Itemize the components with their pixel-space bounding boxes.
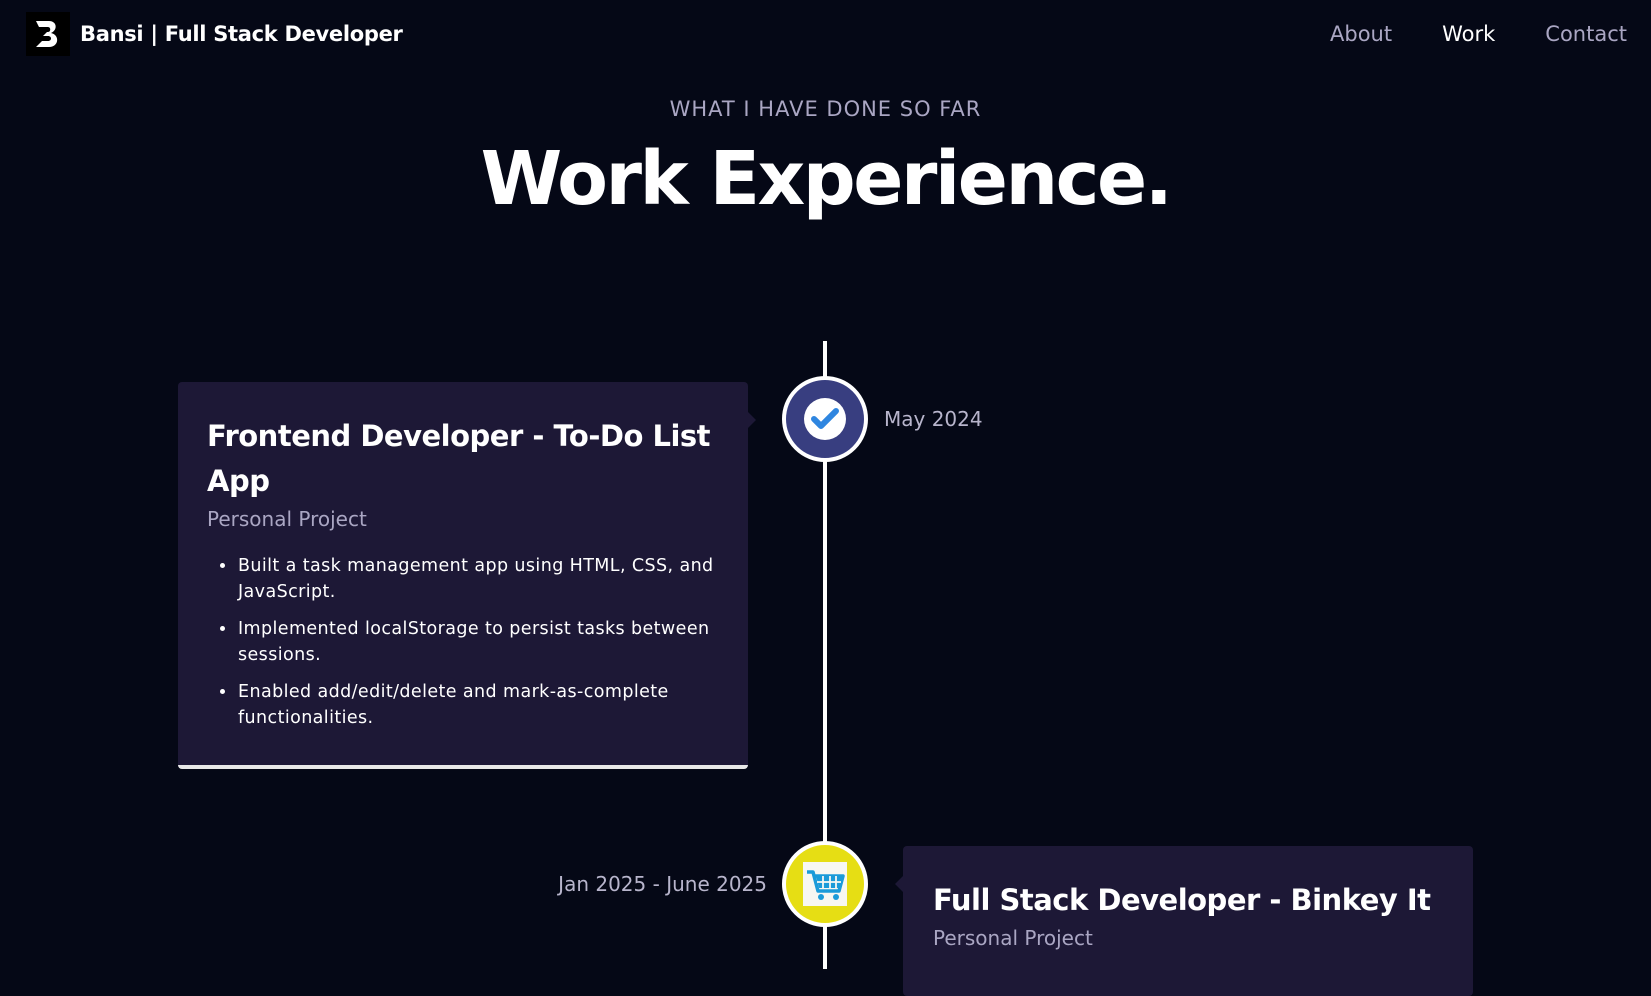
- experience-card: Frontend Developer - To-Do List App Pers…: [178, 382, 748, 769]
- logo-icon: [26, 12, 70, 56]
- experience-card: Full Stack Developer - Binkey It Persona…: [903, 846, 1473, 996]
- nav-link-contact[interactable]: Contact: [1545, 22, 1627, 46]
- experience-point: Implemented localStorage to persist task…: [237, 616, 718, 668]
- experience-title: Full Stack Developer - Binkey It: [933, 883, 1431, 917]
- section-title: Work Experience.: [480, 136, 1173, 222]
- experience-date: May 2024: [884, 407, 983, 431]
- experience-point: Enabled add/edit/delete and mark-as-comp…: [237, 679, 718, 731]
- experience-points: Built a task management app using HTML, …: [207, 553, 718, 731]
- shopping-cart-icon: [803, 862, 847, 906]
- brand-text: Bansi | Full Stack Developer: [80, 22, 403, 46]
- brand-link[interactable]: Bansi | Full Stack Developer: [26, 12, 403, 56]
- brand-separator: |: [143, 22, 165, 46]
- experience-company: Personal Project: [933, 926, 1093, 950]
- card-arrow: [895, 876, 903, 892]
- section-subtitle: What I have done so far: [669, 97, 982, 121]
- timeline-icon: [782, 376, 868, 462]
- navbar: Bansi | Full Stack Developer About Work …: [0, 0, 1651, 68]
- experience-date: Jan 2025 - June 2025: [558, 872, 767, 896]
- experience-title: Frontend Developer - To-Do List App: [207, 419, 711, 498]
- nav-link-work[interactable]: Work: [1442, 22, 1495, 46]
- experience-company: Personal Project: [207, 507, 367, 531]
- brand-tagline: Full Stack Developer: [164, 22, 403, 46]
- nav-link-about[interactable]: About: [1330, 22, 1392, 46]
- experience-point: Built a task management app using HTML, …: [237, 553, 718, 605]
- card-arrow: [748, 412, 756, 428]
- timeline-icon: [782, 841, 868, 927]
- checkmark-icon: [804, 398, 846, 440]
- brand-name: Bansi: [80, 22, 144, 46]
- nav-links: About Work Contact: [1330, 22, 1627, 46]
